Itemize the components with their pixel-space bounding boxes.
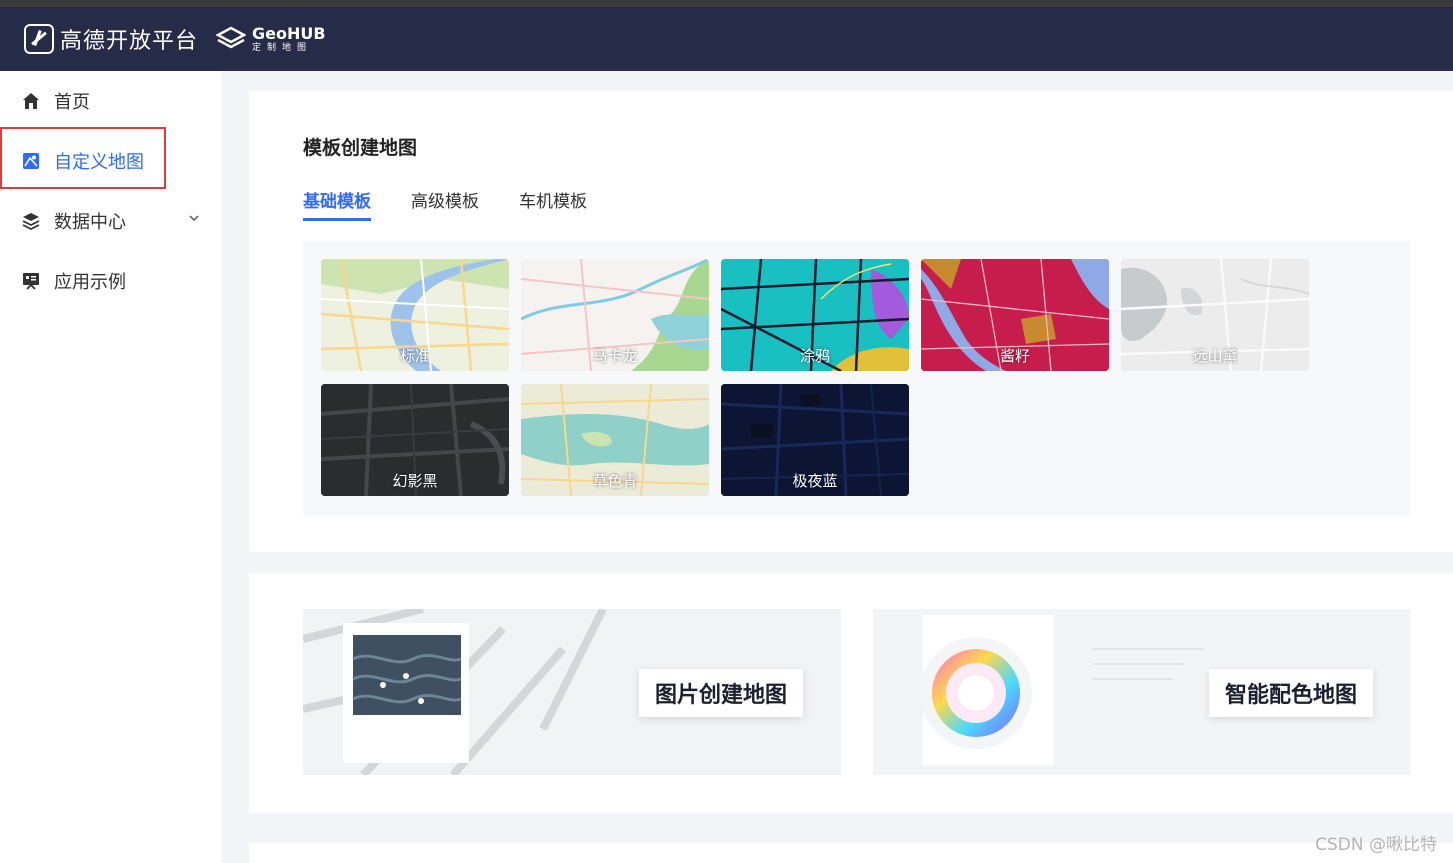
template-label: 马卡龙: [592, 347, 638, 365]
section-title: 模板创建地图: [303, 137, 418, 159]
template-card-sauce[interactable]: 酱籽: [921, 259, 1109, 371]
tab-advanced[interactable]: 高级模板: [411, 187, 479, 221]
showcase-icon: [23, 273, 39, 290]
template-grid: 标准 马卡龙 涂鸦 酱籽 远山黛 幻影黑 草色青 极夜蓝: [303, 241, 1410, 516]
next-card: [249, 843, 1453, 863]
amap-logo-icon[interactable]: [24, 24, 54, 54]
template-card-standard[interactable]: 标准: [321, 259, 509, 371]
brand-name[interactable]: 高德开放平台: [60, 23, 198, 55]
template-label: 酱籽: [999, 347, 1030, 365]
template-card-macaron[interactable]: 马卡龙: [521, 259, 709, 371]
creator-card: 图片创建地图 智能配色地图: [249, 573, 1453, 813]
highlight-box: [0, 127, 166, 189]
template-label: 标准: [399, 347, 430, 365]
smart-color-banner[interactable]: 智能配色地图: [873, 609, 1411, 775]
template-card: 模板创建地图 基础模板 高级模板 车机模板 标准 马卡龙 涂鸦 酱籽 远山黛 幻…: [249, 91, 1453, 552]
sidebar-item-showcase[interactable]: 应用示例: [0, 251, 221, 311]
template-label: 草色青: [592, 472, 638, 490]
geohub-logo-icon: [216, 26, 247, 49]
template-card-mountain[interactable]: 远山黛: [1121, 259, 1309, 371]
template-card-polar-blue[interactable]: 极夜蓝: [721, 384, 909, 496]
template-label: 极夜蓝: [792, 472, 838, 490]
sidebar-item-data-center[interactable]: 数据中心: [0, 191, 221, 251]
sidebar: 首页 自定义地图 数据中心 应用示例: [0, 71, 221, 863]
sidebar-item-label: 数据中心: [54, 212, 126, 233]
geohub-text: GeoHUB 定制地图: [252, 23, 326, 53]
tab-basic[interactable]: 基础模板: [303, 187, 371, 221]
watermark: CSDN @啾比特: [1315, 835, 1437, 855]
sidebar-item-home[interactable]: 首页: [0, 71, 221, 131]
window-top-strip: [0, 0, 1453, 7]
smart-color-title: 智能配色地图: [1209, 669, 1374, 717]
template-label: 远山黛: [1192, 347, 1238, 365]
home-icon: [23, 93, 39, 109]
template-card-phantom-dark[interactable]: 幻影黑: [321, 384, 509, 496]
template-label: 涂鸦: [799, 347, 830, 365]
sidebar-item-label: 首页: [54, 92, 90, 113]
geohub-name: GeoHUB: [252, 23, 326, 43]
top-header: 高德开放平台 GeoHUB 定制地图: [0, 7, 1453, 71]
tab-vehicle[interactable]: 车机模板: [519, 187, 587, 221]
layers-icon: [22, 213, 40, 230]
sidebar-item-label: 应用示例: [54, 272, 126, 293]
geohub-subtitle: 定制地图: [252, 42, 313, 53]
image-map-banner[interactable]: 图片创建地图: [303, 609, 841, 775]
template-card-grass-green[interactable]: 草色青: [521, 384, 709, 496]
template-card-graffiti[interactable]: 涂鸦: [721, 259, 909, 371]
chevron-down-icon[interactable]: [189, 213, 199, 223]
image-map-title: 图片创建地图: [639, 669, 804, 717]
template-tabs: 基础模板 高级模板 车机模板: [303, 187, 627, 221]
template-label: 幻影黑: [392, 472, 438, 490]
